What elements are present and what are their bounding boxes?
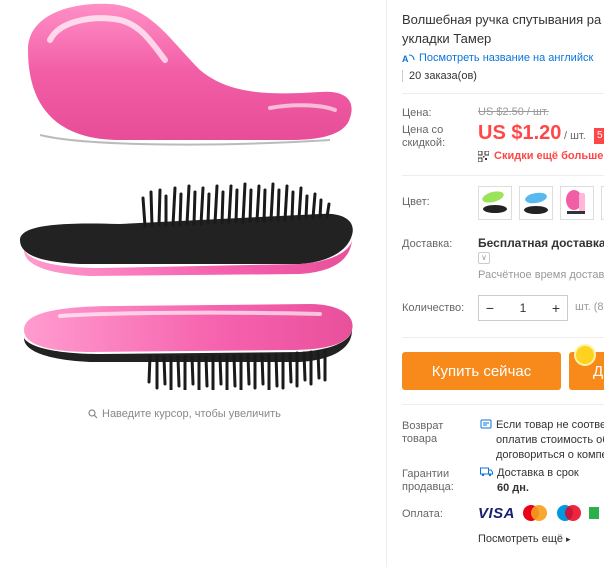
sale-price-label: Цена со скидкой: bbox=[402, 124, 445, 150]
return-policy-icon bbox=[480, 419, 492, 429]
product-image[interactable] bbox=[0, 0, 386, 390]
returns-text-line3: договориться о компе bbox=[496, 449, 604, 461]
color-swatch-green[interactable] bbox=[478, 186, 512, 220]
returns-policy: Если товар не соответ оплатив стоимость … bbox=[480, 418, 604, 463]
guarantee-text-line2: 60 дн. bbox=[497, 482, 529, 494]
coupon-offer[interactable]: Скидки ещё больше в bbox=[478, 150, 604, 162]
returns-label-line1: Возврат bbox=[402, 420, 444, 432]
returns-text-line2: оплатив стоимость об bbox=[496, 434, 604, 446]
color-swatches bbox=[478, 186, 604, 220]
guarantee-label-line1: Гарантии bbox=[402, 468, 450, 480]
color-swatch-pink[interactable] bbox=[560, 186, 594, 220]
translate-link-text[interactable]: Посмотреть название на английск bbox=[419, 52, 593, 64]
sale-price: US $1.20 bbox=[478, 122, 562, 144]
buy-now-button[interactable]: Купить сейчас bbox=[402, 352, 561, 390]
divider bbox=[402, 175, 604, 176]
shipping-estimate: Расчётное время доставк bbox=[478, 269, 604, 281]
color-label: Цвет: bbox=[402, 196, 430, 208]
price-label: Цена: bbox=[402, 107, 432, 119]
magnifier-icon bbox=[88, 409, 98, 419]
chevron-right-icon: ▸ bbox=[566, 534, 571, 544]
brush-top-view bbox=[28, 3, 352, 146]
product-title-line1: Волшебная ручка спутывания ра bbox=[402, 12, 602, 27]
divider bbox=[402, 93, 604, 94]
qr-code-icon bbox=[478, 150, 489, 162]
coin-icon bbox=[574, 344, 596, 366]
payment-label: Оплата: bbox=[402, 508, 443, 520]
visa-logo: VISA bbox=[478, 504, 516, 522]
returns-label: Возврат товара bbox=[402, 420, 443, 446]
quantity-stepper: − 1 + bbox=[478, 295, 568, 321]
shipping-method: Бесплатная доставка в bbox=[478, 236, 604, 250]
maestro-icon bbox=[557, 505, 582, 521]
delivery-truck-icon bbox=[480, 467, 493, 477]
guarantee-label: Гарантии продавца: bbox=[402, 468, 454, 494]
sale-price-unit: / шт. bbox=[564, 130, 586, 142]
payment-methods: VISA bbox=[478, 504, 600, 522]
svg-text:A: A bbox=[402, 54, 409, 64]
swatch-brush-image bbox=[566, 190, 585, 214]
payment-more-text[interactable]: Посмотреть ещё bbox=[478, 533, 563, 545]
product-info-panel: Волшебная ручка спутывания ра укладки Та… bbox=[402, 0, 604, 567]
quantity-input[interactable]: 1 bbox=[501, 301, 545, 315]
zoom-hint: Наведите курсор, чтобы увеличить bbox=[88, 408, 281, 420]
brush-bottom-view bbox=[24, 304, 353, 390]
payment-logo-partial-icon bbox=[589, 507, 600, 519]
zoom-hint-text: Наведите курсор, чтобы увеличить bbox=[102, 408, 281, 420]
product-gallery: Наведите курсор, чтобы увеличить bbox=[0, 0, 386, 567]
swatch-brush-image bbox=[524, 192, 548, 214]
payment-more-link[interactable]: Посмотреть ещё ▸ bbox=[478, 533, 571, 545]
quantity-decrease-button[interactable]: − bbox=[479, 296, 501, 320]
guarantee-text-line1: Доставка в срок bbox=[497, 467, 579, 479]
mastercard-icon bbox=[523, 505, 548, 521]
quantity-increase-button[interactable]: + bbox=[545, 296, 567, 320]
product-title-line2: укладки Тамер bbox=[402, 31, 492, 46]
orders-text: 20 заказа(ов) bbox=[409, 70, 477, 82]
color-swatch-blue[interactable] bbox=[519, 186, 553, 220]
translate-icon: A bbox=[402, 54, 415, 64]
brush-side-view bbox=[20, 182, 353, 276]
product-title: Волшебная ручка спутывания ра укладки Та… bbox=[402, 10, 604, 48]
old-price: US $2.50 / шт. bbox=[478, 106, 549, 118]
coupon-text[interactable]: Скидки ещё больше в bbox=[494, 150, 604, 162]
shipping-label: Доставка: bbox=[402, 238, 453, 250]
panel-divider bbox=[386, 0, 387, 567]
sale-price-label-line2: скидкой: bbox=[402, 137, 446, 149]
swatch-brush-image bbox=[482, 191, 507, 213]
guarantee-label-line2: продавца: bbox=[402, 481, 454, 493]
orders-separator bbox=[402, 70, 403, 83]
guarantee-info: Доставка в срок 60 дн. bbox=[480, 466, 579, 496]
divider bbox=[402, 337, 604, 338]
returns-label-line2: товара bbox=[402, 433, 438, 445]
translate-link[interactable]: A Посмотреть название на английск bbox=[402, 52, 593, 64]
shipping-dropdown-chevron-icon[interactable]: ∨ bbox=[478, 252, 490, 264]
quantity-label: Количество: bbox=[402, 302, 465, 314]
orders-count: 20 заказа(ов) bbox=[402, 70, 477, 83]
divider bbox=[402, 404, 604, 405]
returns-text-line1: Если товар не соответ bbox=[496, 419, 604, 431]
discount-tag: 5 bbox=[594, 128, 604, 144]
quantity-available: шт. (87 bbox=[575, 301, 604, 313]
sale-price-label-line1: Цена со bbox=[402, 124, 444, 136]
